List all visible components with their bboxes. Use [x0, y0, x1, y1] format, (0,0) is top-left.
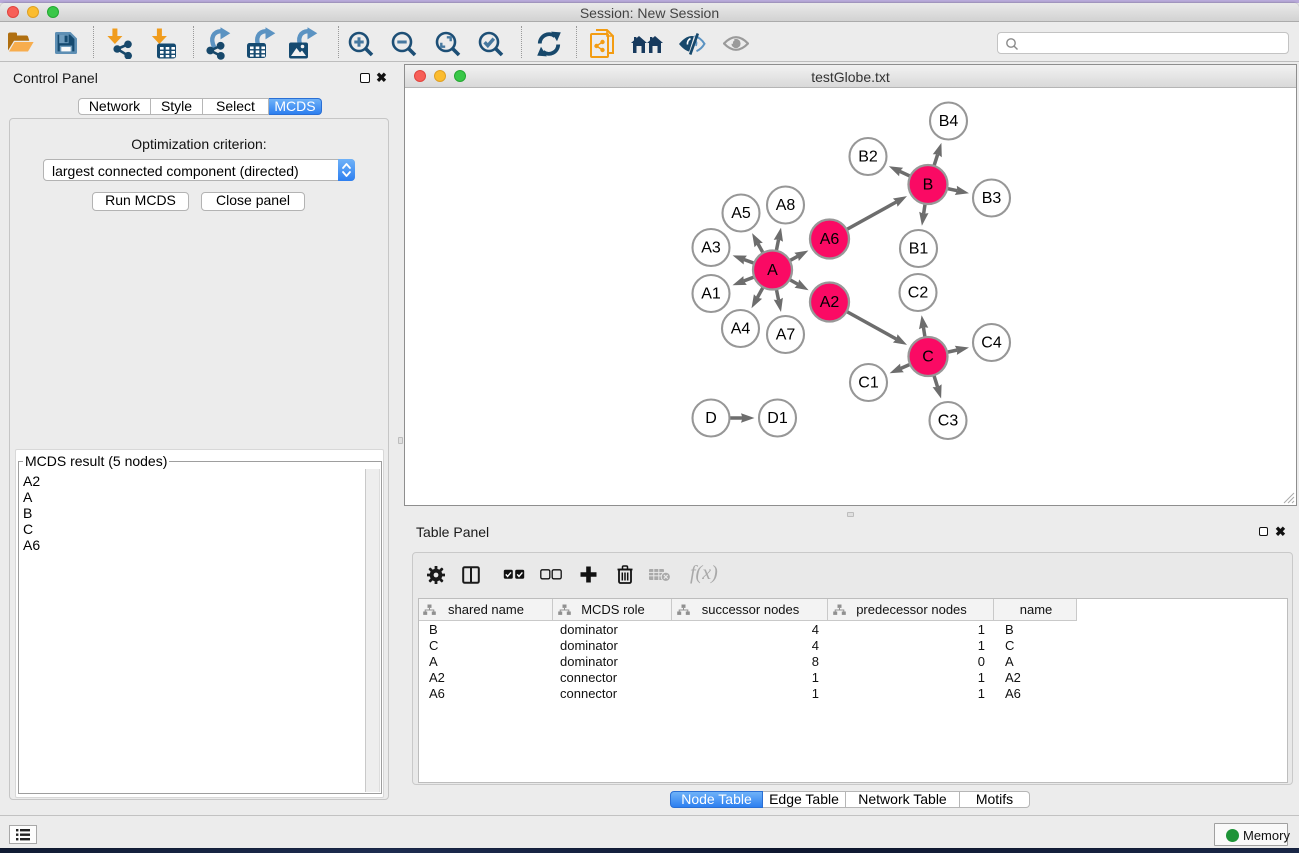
svg-text:A3: A3 [701, 240, 721, 257]
svg-text:A: A [767, 262, 778, 279]
svg-text:A4: A4 [731, 321, 751, 338]
svg-text:B1: B1 [909, 241, 929, 258]
svg-text:B4: B4 [939, 113, 959, 130]
svg-text:D1: D1 [767, 410, 788, 427]
svg-text:A1: A1 [701, 286, 721, 303]
svg-text:B3: B3 [982, 190, 1002, 207]
svg-text:C: C [922, 349, 934, 366]
svg-text:C4: C4 [981, 335, 1002, 352]
svg-text:C1: C1 [858, 375, 879, 392]
svg-text:D: D [705, 410, 717, 427]
svg-text:C2: C2 [908, 285, 929, 302]
svg-text:A5: A5 [731, 205, 751, 222]
svg-text:C3: C3 [938, 413, 959, 430]
svg-text:A7: A7 [776, 327, 796, 344]
svg-text:B: B [923, 177, 934, 194]
svg-text:A6: A6 [820, 231, 840, 248]
svg-text:B2: B2 [858, 149, 878, 166]
svg-text:A8: A8 [776, 197, 796, 214]
svg-text:A2: A2 [820, 294, 840, 311]
